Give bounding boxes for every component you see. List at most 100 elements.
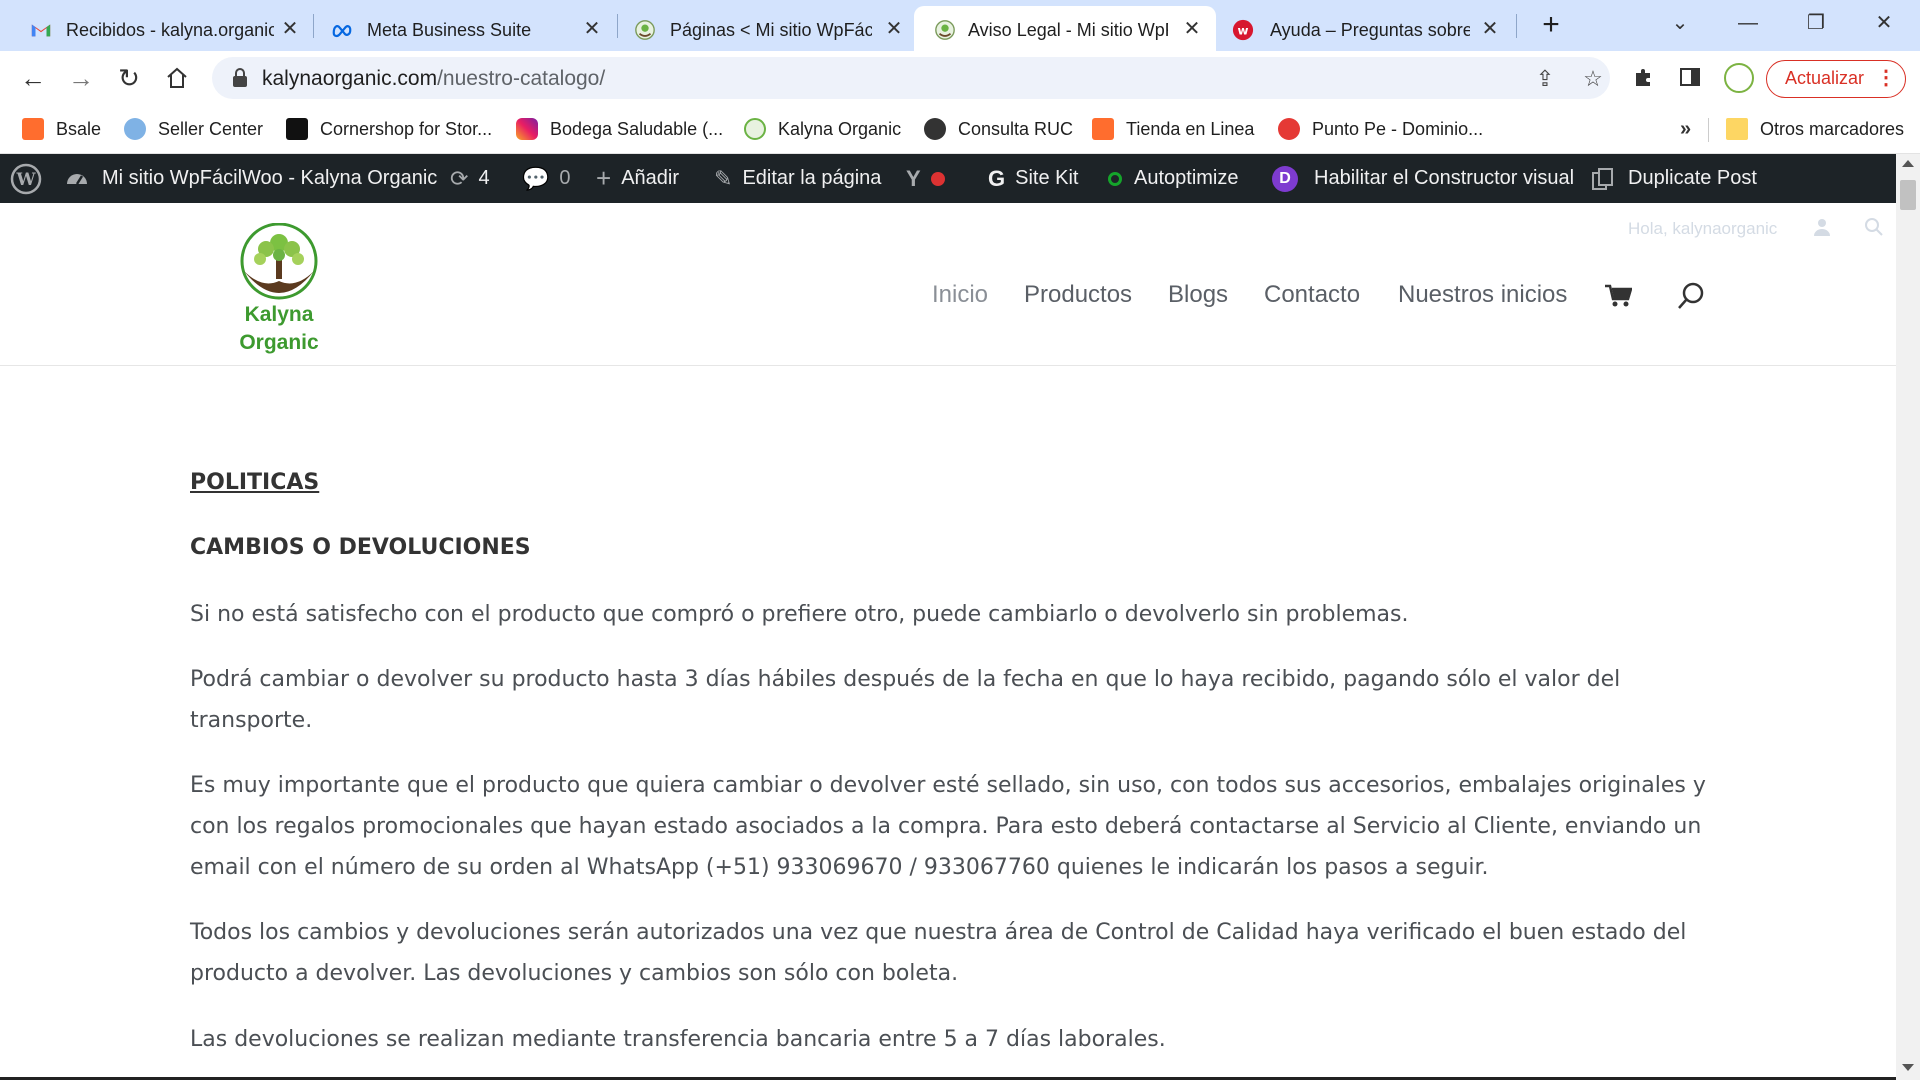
home-button[interactable]: [160, 61, 194, 95]
search-icon[interactable]: [1864, 217, 1884, 237]
home-icon: [167, 67, 187, 88]
tab-title: Páginas < Mi sitio WpFácil: [670, 20, 872, 40]
site-logo[interactable]: Kalyna Organic: [236, 222, 322, 359]
nav-inicio[interactable]: Inicio: [932, 281, 988, 309]
header-top-right: Hola, kalynaorganic: [1628, 218, 1883, 239]
bookmark-label: Consulta RUC: [958, 118, 1074, 139]
wp-visual-builder[interactable]: D Habilitar el Constructor visual: [1272, 154, 1574, 203]
bookmarks-bar: Bsale Seller Center Cornershop for Stor.…: [0, 104, 1920, 154]
bsale-icon: [1092, 118, 1114, 140]
browser-tab-strip: Recibidos - kalyna.organic ✕ Meta Busine…: [0, 0, 1920, 51]
bookmark-kalyna-organic[interactable]: Kalyna Organic: [744, 114, 901, 144]
bookmark-consulta-ruc[interactable]: Consulta RUC: [924, 114, 1073, 144]
tab-separator: [1516, 14, 1517, 38]
back-button[interactable]: ←: [16, 61, 50, 95]
reload-button[interactable]: ↻: [112, 61, 146, 95]
tab-gmail[interactable]: Recibidos - kalyna.organic ✕: [0, 6, 310, 51]
site-icon: [744, 118, 766, 140]
tab-title: Recibidos - kalyna.organic: [66, 20, 274, 40]
bookmark-seller-center[interactable]: Seller Center: [124, 114, 263, 144]
wp-add-new[interactable]: + Añadir: [596, 154, 679, 203]
wong-icon: w: [1232, 19, 1254, 41]
close-icon[interactable]: ✕: [580, 17, 604, 41]
restore-button[interactable]: ❐: [1796, 8, 1836, 38]
google-g-icon: G: [988, 165, 1006, 191]
site-icon: [935, 20, 955, 40]
bookmark-bodega-saludable[interactable]: Bodega Saludable (...: [516, 114, 723, 144]
close-icon[interactable]: ✕: [1478, 17, 1502, 41]
wp-comments[interactable]: 💬 0: [522, 154, 571, 203]
tab-aviso-legal[interactable]: Aviso Legal - Mi sitio WpFácil ✕: [914, 6, 1216, 51]
forward-button[interactable]: →: [64, 61, 98, 95]
dashboard-icon: [67, 173, 87, 185]
instagram-icon: [516, 118, 538, 140]
tab-paginas[interactable]: Páginas < Mi sitio WpFácil ✕: [620, 6, 916, 51]
profile-avatar[interactable]: [1724, 63, 1754, 93]
wp-site-kit[interactable]: G Site Kit: [988, 154, 1078, 203]
update-label: Actualizar: [1785, 68, 1865, 88]
scroll-thumb[interactable]: [1900, 180, 1916, 210]
extensions-icon[interactable]: [1630, 65, 1658, 93]
bookmark-tienda-en-linea[interactable]: Tienda en Linea: [1092, 114, 1254, 144]
close-icon[interactable]: ✕: [278, 17, 302, 41]
tree-logo-icon: [240, 222, 318, 300]
side-panel-icon[interactable]: [1676, 65, 1704, 93]
wp-site-name-label: Mi sitio WpFácilWoo - Kalyna Organic: [102, 167, 438, 189]
punto-pe-icon: [1278, 118, 1300, 140]
wp-yoast[interactable]: Y: [906, 154, 945, 203]
wp-updates[interactable]: ⟳ 4: [450, 154, 490, 203]
divi-icon: D: [1272, 165, 1298, 192]
user-greeting[interactable]: Hola, kalynaorganic: [1628, 219, 1777, 238]
bookmark-label: Kalyna Organic: [778, 118, 902, 139]
duplicate-post-label: Duplicate Post: [1628, 167, 1757, 189]
minimize-button[interactable]: —: [1728, 8, 1768, 38]
url-text: kalynaorganic.com/nuestro-catalogo/: [262, 68, 605, 90]
duplicate-icon: [1592, 167, 1613, 190]
refresh-icon: ⟳: [450, 165, 469, 191]
bookmark-star-icon[interactable]: ☆: [1580, 66, 1606, 92]
nav-nuestros-inicios[interactable]: Nuestros inicios: [1398, 281, 1567, 309]
wp-duplicate-post[interactable]: Duplicate Post: [1590, 154, 1757, 203]
user-icon[interactable]: [1812, 217, 1832, 237]
paragraph: Todos los cambios y devoluciones serán a…: [190, 920, 1687, 986]
tab-search-chevron-icon[interactable]: ⌄: [1660, 8, 1700, 38]
address-bar[interactable]: kalynaorganic.com/nuestro-catalogo/ ⇪ ☆: [212, 57, 1610, 99]
bookmark-label: Seller Center: [158, 118, 264, 139]
scroll-down-arrow[interactable]: [1902, 1064, 1914, 1071]
bookmark-punto-pe[interactable]: Punto Pe - Dominio...: [1278, 114, 1483, 144]
bookmark-label: Tienda en Linea: [1126, 118, 1255, 139]
close-icon[interactable]: ✕: [882, 17, 906, 41]
nav-productos[interactable]: Productos: [1024, 281, 1132, 309]
wp-logo-button[interactable]: W: [10, 154, 42, 203]
update-button[interactable]: Actualizar ⋮: [1766, 60, 1906, 98]
close-icon[interactable]: ✕: [1180, 17, 1204, 41]
wp-site-name[interactable]: Mi sitio WpFácilWoo - Kalyna Organic: [64, 154, 437, 203]
url-path: /nuestro-catalogo/: [437, 67, 606, 90]
vertical-scrollbar[interactable]: [1896, 154, 1920, 1080]
meta-icon: [332, 25, 352, 38]
wp-autoptimize[interactable]: Autoptimize: [1108, 154, 1239, 203]
bookmark-cornershop[interactable]: Cornershop for Stor...: [286, 114, 492, 144]
wp-edit-page[interactable]: ✎ Editar la página: [714, 154, 881, 203]
new-tab-button[interactable]: +: [1536, 10, 1566, 40]
tab-meta[interactable]: Meta Business Suite ✕: [315, 6, 615, 51]
more-bookmarks-icon[interactable]: »: [1680, 118, 1691, 141]
more-menu-icon: ⋮: [1876, 67, 1896, 89]
svg-text:w: w: [1238, 24, 1249, 38]
search-icon[interactable]: [1676, 281, 1706, 311]
autoptimize-status-icon: [1108, 171, 1122, 186]
cart-icon[interactable]: [1604, 283, 1632, 309]
paragraph: Las devoluciones se realizan mediante tr…: [190, 1027, 1166, 1052]
bookmark-other[interactable]: Otros marcadores: [1726, 114, 1904, 144]
tab-ayuda[interactable]: w Ayuda – Preguntas sobre ✕: [1216, 6, 1516, 51]
logo-line-2: Organic: [239, 331, 319, 354]
share-icon[interactable]: ⇪: [1532, 66, 1558, 92]
gmail-icon: [31, 24, 51, 37]
nav-blogs[interactable]: Blogs: [1168, 281, 1228, 309]
close-window-button[interactable]: ✕: [1864, 8, 1904, 38]
tab-title: Meta Business Suite: [367, 20, 532, 40]
bookmark-label: Punto Pe - Dominio...: [1312, 118, 1484, 139]
bookmark-bsale[interactable]: Bsale: [22, 114, 101, 144]
scroll-up-arrow[interactable]: [1902, 160, 1914, 167]
nav-contacto[interactable]: Contacto: [1264, 281, 1360, 309]
